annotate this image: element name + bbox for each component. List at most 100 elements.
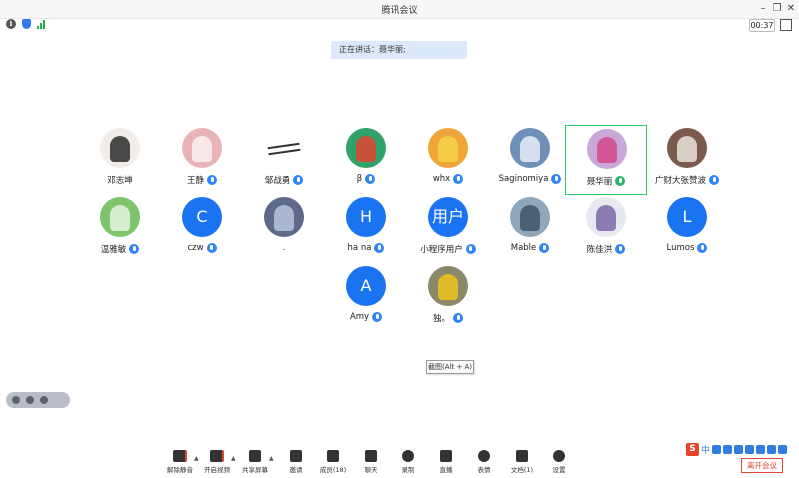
participant-name-row: 聂华丽 [566, 175, 646, 187]
toolbar-label: 解除静音 [167, 466, 193, 474]
avatar-photo-shape [274, 205, 294, 231]
document-icon [516, 450, 528, 462]
avatar-photo-shape [192, 136, 212, 162]
avatar [100, 128, 140, 168]
participant-name: Lumos [666, 243, 695, 253]
invite-icon [290, 450, 302, 462]
avatar [100, 197, 140, 237]
avatar-letter: 用户 [428, 197, 468, 237]
mic-icon [709, 175, 719, 185]
participant-tile[interactable]: 聂华丽 [565, 125, 647, 195]
mic-icon [697, 243, 708, 253]
toolbar-button[interactable]: 邀请 [278, 447, 314, 474]
toolbar-label: 文档(1) [510, 466, 534, 474]
menu-icon[interactable] [778, 445, 788, 454]
mic-icon [372, 312, 383, 322]
participant-name: 陈佳洪 [586, 245, 613, 255]
participant-name-row: Saginomiya [489, 174, 571, 184]
mic-icon [453, 174, 464, 184]
participant-name: β [356, 174, 363, 184]
avatar-letter: H [346, 197, 386, 237]
mic-icon [374, 243, 385, 253]
bottom-toolbar: 解除静音 开启视频 共享屏幕 邀请 成员(18) 聊天 录制 直播 表情 文档(1) 设置 ▲ ▲ ▲ [0, 447, 799, 478]
toolbar-button[interactable]: 聊天 [353, 447, 389, 474]
face-icon[interactable] [26, 396, 34, 404]
mic-icon [465, 244, 476, 254]
toolbar-label: 录制 [401, 466, 415, 474]
mic-icon [293, 175, 304, 185]
view-controls[interactable] [6, 392, 70, 408]
avatar [428, 128, 468, 168]
toolbar-label: 直播 [439, 466, 453, 474]
sogou-logo-icon[interactable]: S [686, 443, 699, 456]
collapse-icon[interactable] [40, 396, 48, 404]
members-icon [327, 450, 339, 462]
skin-icon[interactable] [767, 445, 777, 454]
avatar-signature [264, 128, 304, 168]
avatar-photo-shape [267, 142, 301, 156]
avatar [428, 266, 468, 306]
settings-icon [553, 450, 565, 462]
mic-icon [129, 244, 140, 254]
gallery-icon[interactable] [12, 396, 20, 404]
participant-grid: 邓志坤 王静 邹战勇 β whx Saginomiya 聂华丽 广财大张赞波 温雅敏 Cczw. H… [0, 0, 799, 478]
toolbar-button[interactable]: 开启视频 [199, 447, 235, 474]
toolbar-button[interactable]: 成员(18) [315, 447, 351, 474]
ime-toolbar[interactable]: S 中 [686, 442, 799, 457]
toolbar-button[interactable]: 文档(1) [504, 447, 540, 474]
avatar-photo-shape [597, 137, 617, 163]
participant-tile[interactable]: L Lumos [646, 194, 728, 264]
participant-name-row: 独。 [407, 312, 489, 324]
toolbar-button[interactable]: 设置 [541, 447, 577, 474]
participant-tile[interactable]: 王静 [161, 125, 243, 195]
leave-meeting-button[interactable]: 离开会议 [741, 458, 783, 473]
emoji-ime-icon[interactable] [723, 445, 733, 454]
mic-icon [453, 313, 463, 323]
caret-up-icon[interactable]: ▲ [269, 455, 274, 462]
avatar [667, 128, 707, 168]
participant-tile[interactable]: A Amy [325, 263, 407, 333]
participant-name: 聂华丽 [586, 177, 613, 187]
participant-name: 广财大张赞波 [654, 176, 706, 186]
mic-icon [206, 243, 217, 253]
participant-tile[interactable]: 邓志坤 [79, 125, 161, 195]
toolbar-label: 设置 [552, 466, 566, 474]
participant-tile[interactable]: 用户小程序用户 [407, 194, 489, 264]
participant-name: 邹战勇 [264, 176, 291, 186]
participant-name-row: . [243, 243, 325, 253]
keyboard-icon[interactable] [745, 445, 755, 454]
toolbar-button[interactable]: 共享屏幕 [237, 447, 273, 474]
participant-tile[interactable]: 温雅敏 [79, 194, 161, 264]
avatar-photo-shape [110, 205, 130, 231]
mic-icon [365, 174, 376, 184]
participant-name-row: β [325, 174, 407, 184]
participant-tile[interactable]: whx [407, 125, 489, 195]
participant-tile[interactable]: Cczw [161, 194, 243, 264]
participant-tile[interactable]: Mable [489, 194, 571, 264]
live-icon [440, 450, 452, 462]
avatar-photo-shape [438, 274, 458, 300]
toolbar-button[interactable]: 直播 [428, 447, 464, 474]
toolbar-button[interactable]: 解除静音 [162, 447, 198, 474]
participant-tile[interactable]: 陈佳洪 [565, 194, 647, 264]
toolbox-icon[interactable] [756, 445, 766, 454]
mic-icon [207, 175, 217, 185]
avatar [264, 197, 304, 237]
caret-up-icon[interactable]: ▲ [231, 455, 236, 462]
participant-name: 小程序用户 [420, 245, 463, 255]
avatar-photo-shape [596, 205, 616, 231]
punctuation-icon[interactable] [712, 445, 722, 454]
participant-tile[interactable]: 独。 [407, 263, 489, 333]
toolbar-button[interactable]: 表情 [466, 447, 502, 474]
participant-tile[interactable]: Saginomiya [489, 125, 571, 195]
participant-tile[interactable]: . [243, 194, 325, 264]
participant-tile[interactable]: 邹战勇 [243, 125, 325, 195]
voice-ime-icon[interactable] [734, 445, 744, 454]
participant-tile[interactable]: Hha na [325, 194, 407, 264]
toolbar-button[interactable]: 录制 [390, 447, 426, 474]
participant-name: Amy [349, 312, 370, 322]
ime-mode[interactable]: 中 [701, 443, 710, 456]
participant-tile[interactable]: 广财大张赞波 [646, 125, 728, 195]
caret-up-icon[interactable]: ▲ [194, 455, 199, 462]
participant-tile[interactable]: β [325, 125, 407, 195]
